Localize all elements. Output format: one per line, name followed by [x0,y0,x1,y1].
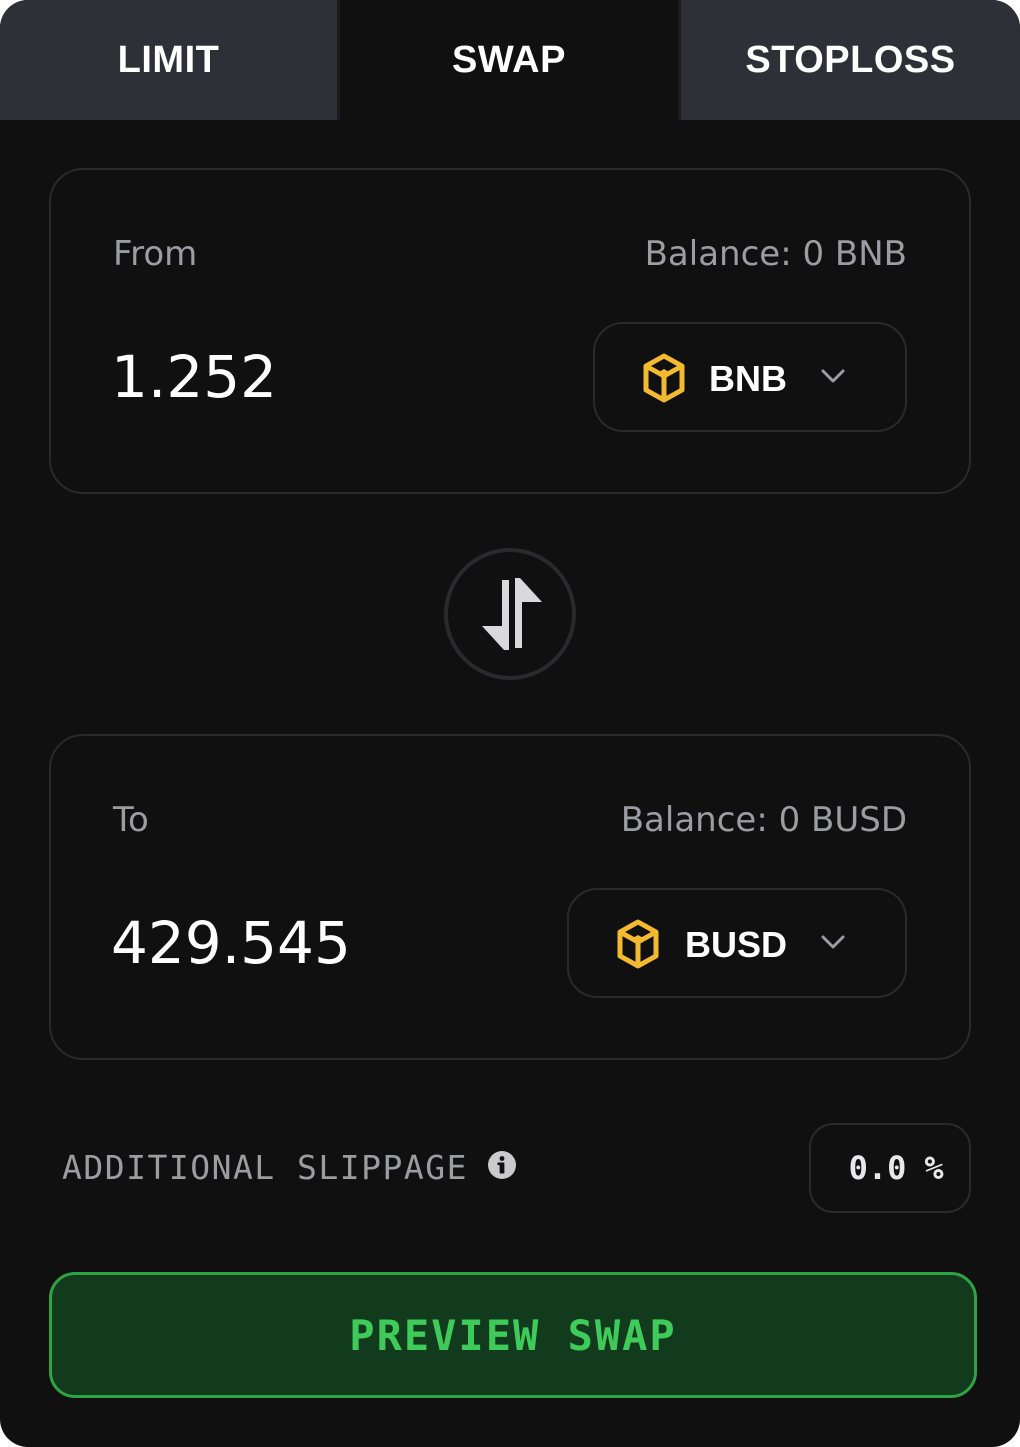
to-amount-input[interactable] [111,908,491,978]
slippage-label: ADDITIONAL SLIPPAGE [62,1148,468,1187]
tab-stoploss[interactable]: STOPLOSS [678,0,1020,120]
info-icon[interactable] [487,1150,517,1180]
tab-swap[interactable]: SWAP [340,0,678,120]
busd-icon [617,919,659,969]
from-amount-input[interactable] [111,342,491,412]
to-balance: Balance: 0 BUSD [620,800,907,840]
from-label: From [113,234,198,274]
to-label: To [113,800,149,840]
slippage-input[interactable] [836,1149,907,1187]
slippage-unit: % [924,1149,944,1187]
to-panel: To Balance: 0 BUSD BUSD [49,734,971,1060]
tab-limit[interactable]: LIMIT [0,0,340,120]
from-token-name: BNB [709,358,787,399]
from-token-select[interactable]: BNB [593,322,907,432]
from-balance: Balance: 0 BNB [644,234,907,274]
from-panel: From Balance: 0 BNB BNB [49,168,971,494]
tab-bar: LIMIT SWAP STOPLOSS [0,0,1020,120]
chevron-down-icon [821,369,845,383]
preview-swap-button[interactable]: PREVIEW SWAP [49,1272,977,1398]
chevron-down-icon [821,935,845,949]
to-token-select[interactable]: BUSD [567,888,907,998]
to-token-name: BUSD [685,924,788,965]
slippage-field: % [809,1123,971,1213]
swap-direction-button[interactable] [444,548,576,680]
swap-arrows-icon [482,578,542,650]
swap-card: LIMIT SWAP STOPLOSS From Balance: 0 BNB … [0,0,1020,1447]
bnb-icon [643,353,685,403]
